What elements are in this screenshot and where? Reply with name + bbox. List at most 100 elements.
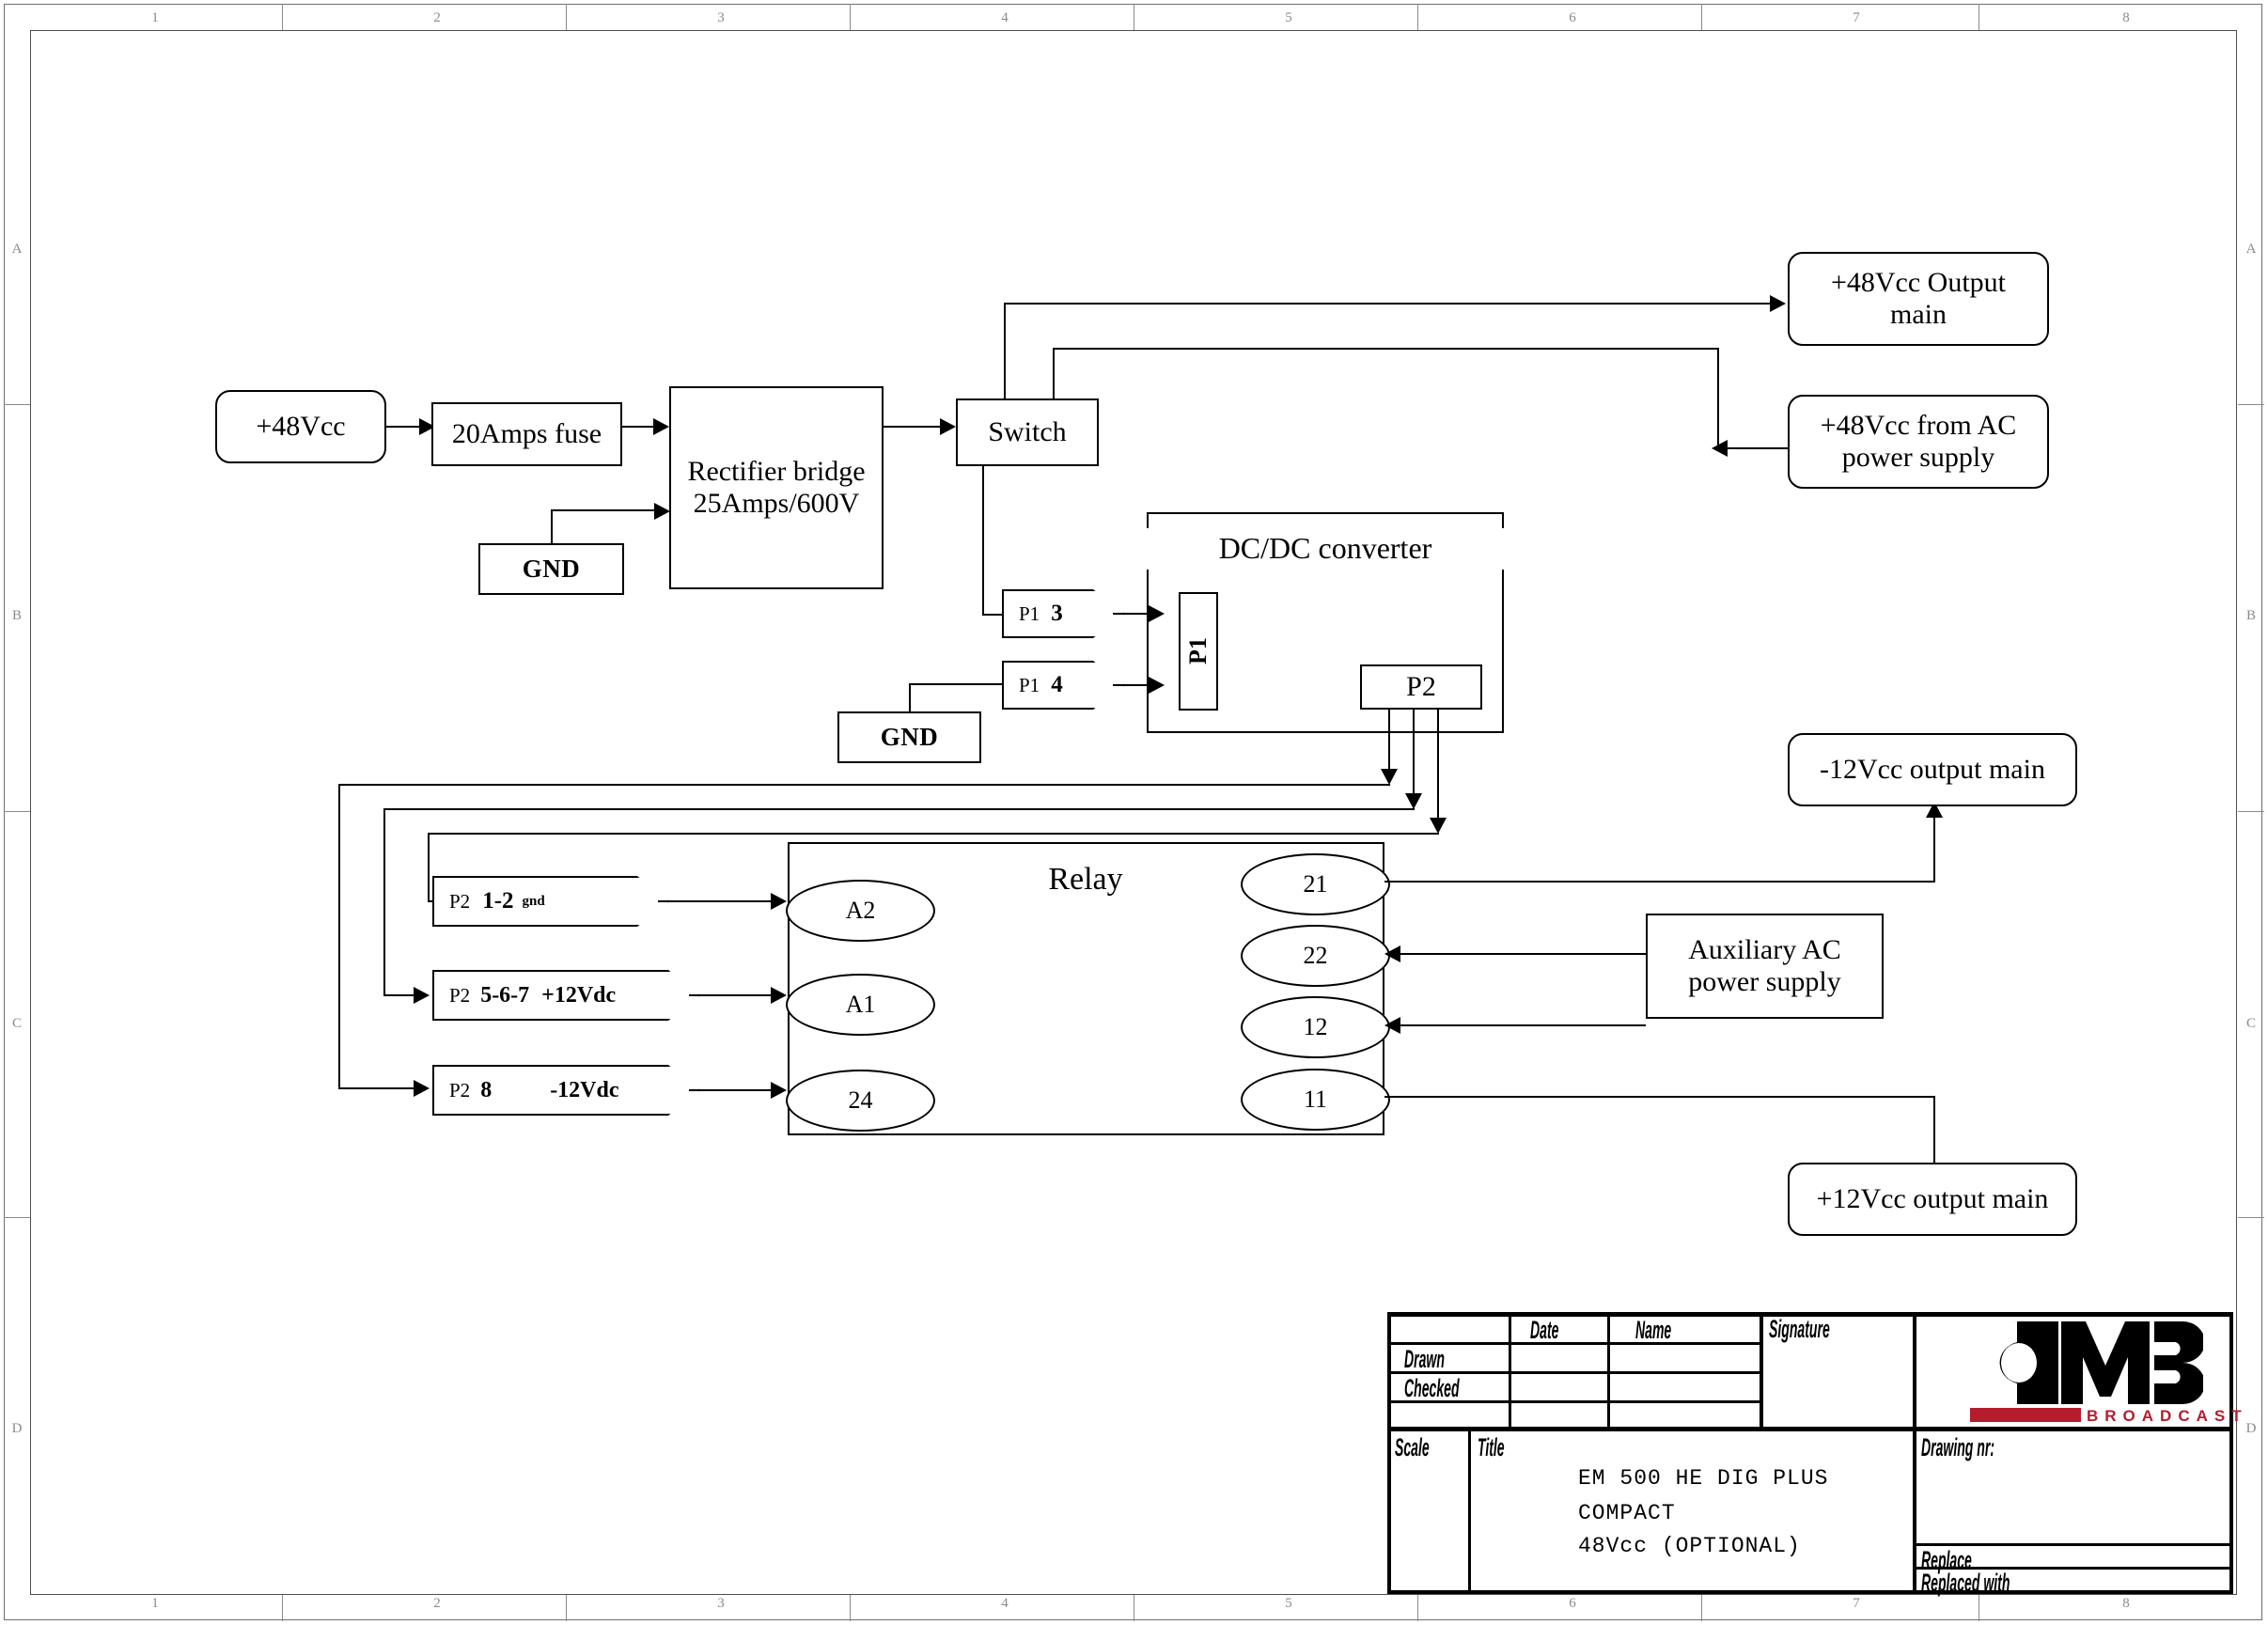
zone-divider-top (566, 4, 567, 30)
tag-p2-567-pins: 5-6-7 (480, 982, 530, 1008)
zone-bottom-6: 6 (1569, 1596, 1576, 1611)
titleblock-col-signature (1760, 1312, 1763, 1429)
zone-top-4: 4 (1001, 10, 1009, 25)
in-48vcc-from-ac-box[interactable]: +48Vcc from AC power supply (1788, 395, 2049, 489)
titleblock-col-title (1468, 1427, 1471, 1594)
gnd-rectifier-box[interactable]: GND (478, 543, 624, 595)
zone-divider-bottom (282, 1595, 283, 1621)
zone-divider-right (2238, 1217, 2264, 1218)
arrow-p1-4-to-conn (1149, 677, 1165, 694)
zone-right-c: C (2245, 1016, 2256, 1031)
wire-bus2-top (383, 808, 1415, 810)
zone-bottom-4: 4 (1001, 1596, 1009, 1611)
dcdc-p2-connector: P2 (1360, 664, 1482, 710)
zone-divider-right (2238, 811, 2264, 812)
wire-bus3-left (428, 833, 430, 902)
tag-p1-4-pin: 4 (1051, 672, 1063, 697)
zone-bottom-2: 2 (433, 1596, 441, 1611)
fuse-box[interactable]: 20Amps fuse (431, 402, 622, 466)
zone-bottom-1: 1 (151, 1596, 159, 1611)
aux-ac-supply-box[interactable]: Auxiliary AC power supply (1646, 914, 1884, 1019)
aux-ac-line-1: Auxiliary AC (1688, 934, 1841, 966)
zone-bottom-3: 3 (717, 1596, 725, 1611)
arrow-fuse-to-rectifier (653, 418, 669, 435)
relay-terminal-a2[interactable]: A2 (786, 880, 935, 942)
omb-logo-accent-bar (1970, 1408, 2081, 1422)
dcdc-p1-label: P1 (1184, 637, 1212, 665)
relay-terminal-22[interactable]: 22 (1241, 925, 1390, 987)
tag-p2-8-net: -12Vdc (550, 1077, 619, 1102)
wire-switch-down (982, 466, 984, 616)
arrow-tag12-to-a2 (771, 893, 787, 910)
wire-bus1-left (338, 784, 340, 1089)
wire-bus1-bottom (338, 1087, 421, 1089)
wire-tag8-to-24 (689, 1089, 780, 1091)
zone-top-1: 1 (151, 10, 159, 25)
zone-left-a: A (11, 242, 23, 257)
wire-ac-top (1053, 348, 1719, 350)
rectifier-bridge-box[interactable]: Rectifier bridge 25Amps/600V (669, 386, 884, 589)
relay-terminal-21[interactable]: 21 (1241, 853, 1390, 915)
aux-ac-line-2: power supply (1688, 966, 1841, 997)
wire-p2-drop-2 (1413, 710, 1415, 800)
arrow-p2-drop-2 (1405, 793, 1422, 809)
omb-logo-broadcast-text: BROADCAST (2087, 1407, 2248, 1425)
wire-bus1-top (338, 784, 1390, 786)
arrow-p2-drop-3 (1430, 818, 1447, 834)
tag-p1-3-port: P1 (1019, 602, 1040, 625)
switch-box[interactable]: Switch (956, 398, 1099, 466)
wire-aux-to-22 (1400, 953, 1646, 955)
out-plus12vcc-box[interactable]: +12Vcc output main (1788, 1163, 2077, 1236)
tag-p2-567-port: P2 (449, 983, 471, 1007)
wire-switch-up-b (1053, 348, 1055, 400)
source-48vcc-box[interactable]: +48Vcc (215, 390, 386, 463)
zone-divider-left (4, 811, 30, 812)
zone-left-d: D (11, 1421, 23, 1436)
tag-p2-5-6-7-12vdc[interactable]: P2 5-6-7 +12Vdc (432, 970, 700, 1021)
wire-gnd-p1-right (909, 683, 1004, 685)
arrow-p1-3-to-conn (1149, 605, 1165, 622)
out-minus12vcc-box[interactable]: -12Vcc output main (1788, 733, 2077, 806)
titleblock-title-line-1: EM 500 HE DIG PLUS (1578, 1466, 1829, 1491)
wire-aux-to-12 (1400, 1024, 1646, 1026)
arrow-p2-drop-1 (1381, 769, 1398, 785)
relay-terminal-24[interactable]: 24 (786, 1070, 935, 1132)
titleblock-midrule (1387, 1427, 2233, 1431)
zone-top-3: 3 (717, 10, 725, 25)
zone-divider-bottom (566, 1595, 567, 1621)
tag-p2-1-2-gnd[interactable]: P2 1-2 gnd (432, 876, 669, 927)
gnd-p1-box[interactable]: GND (837, 711, 981, 763)
titleblock-label-name: Name (1635, 1316, 1672, 1344)
relay-terminal-12[interactable]: 12 (1241, 996, 1390, 1058)
titleblock-label-drawn: Drawn (1404, 1345, 1445, 1373)
wire-switch-to-out48 (1004, 303, 1778, 305)
titleblock-border-right (2229, 1312, 2233, 1594)
dcdc-converter-title: DC/DC converter (1147, 528, 1504, 570)
wire-tag12-to-a2 (658, 900, 780, 902)
relay-terminal-a1[interactable]: A1 (786, 974, 935, 1036)
wire-p2-drop-3 (1437, 710, 1439, 824)
titleblock-label-scale: Scale (1395, 1433, 1430, 1461)
in-48-ac-line-1: +48Vcc from AC (1820, 410, 2017, 442)
relay-terminal-11[interactable]: 11 (1241, 1069, 1390, 1131)
wire-switch-to-p1-3 (982, 614, 1002, 616)
titleblock-border-bottom (1387, 1590, 2233, 1594)
wire-gnd-p1-up (909, 683, 911, 713)
arrow-aux-to-12 (1384, 1017, 1400, 1034)
zone-divider-bottom (1701, 1595, 1702, 1621)
wire-gnd-rect-right (551, 509, 662, 511)
tag-p2-8-minus12vdc[interactable]: P2 8 -12Vdc (432, 1065, 700, 1116)
out-48-line-1: +48Vcc Output (1830, 267, 2007, 299)
wire-bus3-top (428, 833, 1439, 835)
titleblock-col-date (1509, 1312, 1511, 1429)
zone-left-c: C (11, 1016, 22, 1031)
wire-21-out (1384, 881, 1935, 883)
arrow-rectifier-to-switch (940, 418, 956, 435)
omb-logo-mark (1974, 1321, 2203, 1404)
arrow-bus2-to-tag (414, 987, 430, 1004)
out-48vcc-main-box[interactable]: +48Vcc Output main (1788, 252, 2049, 346)
arrow-aux-to-22 (1384, 945, 1400, 962)
zone-top-6: 6 (1569, 10, 1576, 25)
titleblock-label-replaced-with: Replaced with (1921, 1569, 2010, 1597)
tag-p1-4-port: P1 (1019, 673, 1040, 696)
